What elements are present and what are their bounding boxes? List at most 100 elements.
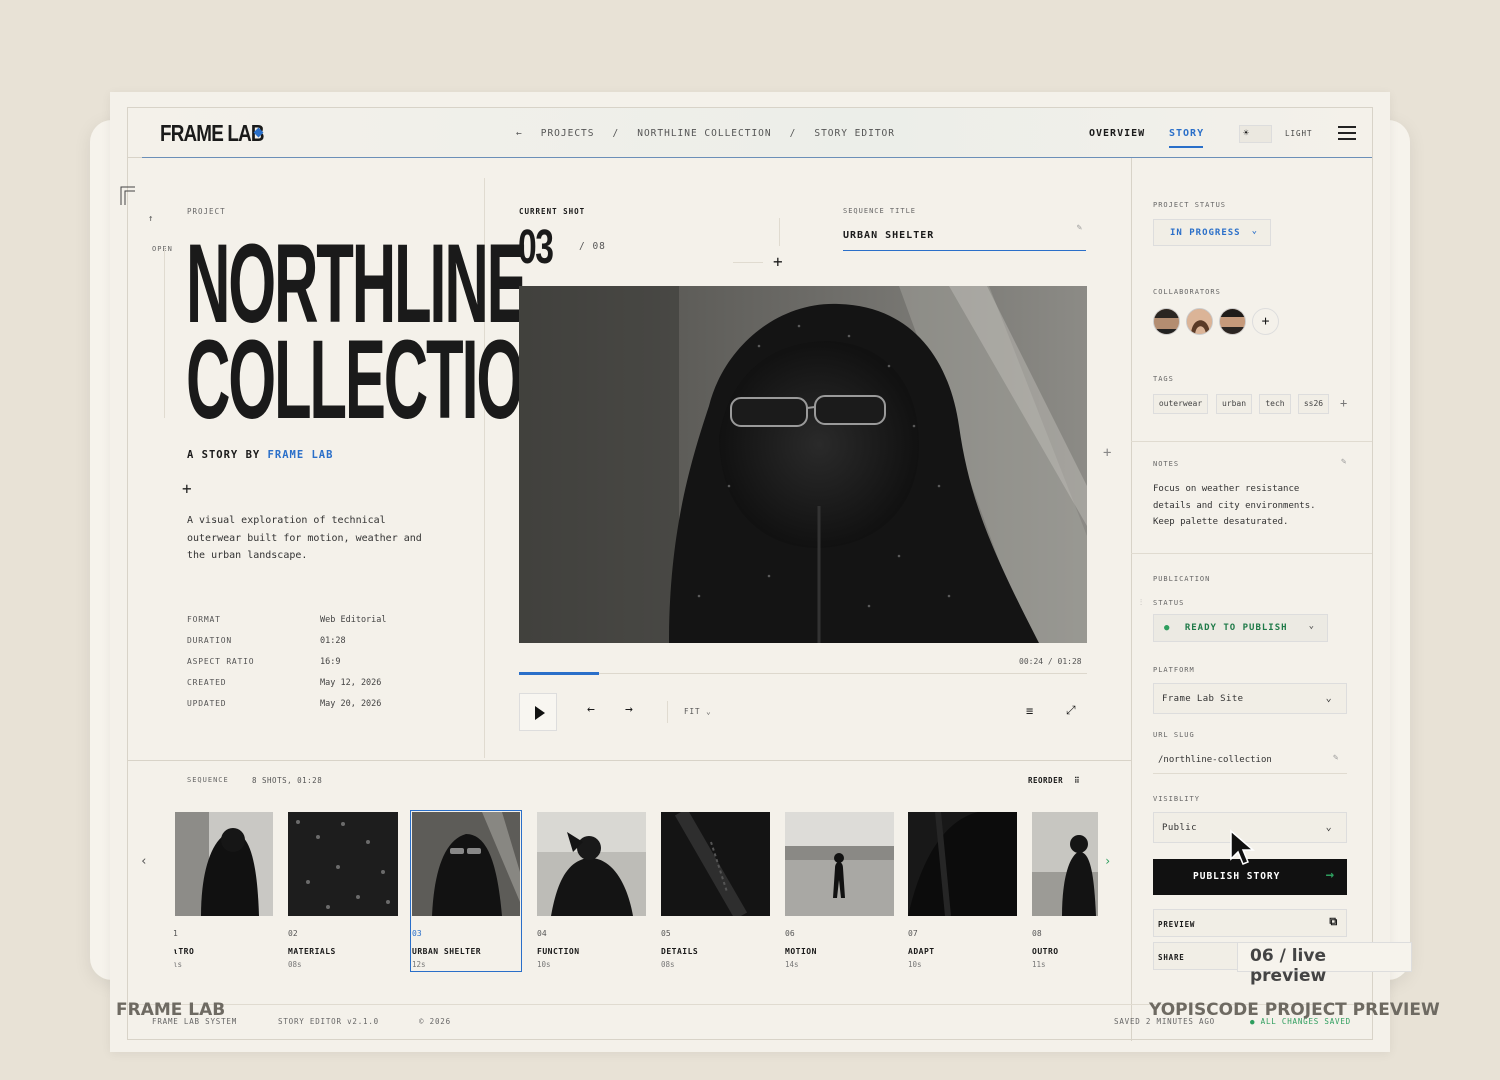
play-button[interactable] [519, 693, 557, 731]
shot-name: FUNCTION [537, 947, 580, 956]
shot-duration: 10s [537, 960, 551, 969]
tag-chip[interactable]: ss26 [1298, 394, 1329, 414]
divider [164, 248, 165, 418]
plus-icon[interactable]: + [773, 252, 783, 271]
shot-number: 08 [1032, 929, 1042, 938]
previous-shot-arrow-icon[interactable]: ← [587, 702, 595, 717]
publication-status-dropdown[interactable]: ● READY TO PUBLISH ⌄ [1153, 614, 1328, 642]
shot-number: 05 [661, 929, 671, 938]
breadcrumb-story-editor[interactable]: STORY EDITOR [814, 128, 895, 139]
tag-chip[interactable]: tech [1259, 394, 1291, 414]
shot-number: 02 [288, 929, 298, 938]
drag-handle-icon: ⫶ [1140, 598, 1142, 607]
shot-number: 1 [173, 929, 178, 938]
shot-number: 06 [785, 929, 795, 938]
adjust-sliders-icon[interactable]: ≡ [1026, 704, 1033, 718]
visibility-label: VISIBLITY [1153, 795, 1200, 803]
grid-dots-icon: ⠿ [1074, 776, 1081, 785]
plus-icon[interactable]: + [182, 479, 192, 498]
tag-chip[interactable]: outerwear [1153, 394, 1208, 414]
breadcrumb-projects[interactable]: PROJECTS [541, 128, 595, 139]
meta-label: FORMAT [187, 615, 221, 624]
mouse-cursor-icon [1230, 829, 1256, 865]
sun-icon: ☀ [1243, 128, 1250, 139]
preview-button[interactable]: PREVIEW ⧉ [1153, 909, 1347, 937]
edit-slug-pencil-icon[interactable]: ✎ [1333, 753, 1338, 763]
project-title: NORTHLINE COLLECTION [186, 228, 567, 436]
shot-duration: ιs [173, 960, 183, 969]
theme-label: LIGHT [1285, 129, 1313, 138]
project-description: A visual exploration of technical outerw… [187, 515, 422, 561]
platform-select[interactable]: Frame Lab Site ⌄ [1153, 683, 1347, 714]
preview-label: PREVIEW [1158, 920, 1196, 929]
theme-toggle[interactable]: ☀ [1239, 125, 1272, 143]
shot-thumbnail[interactable] [537, 812, 646, 916]
url-slug-label: URL SLUG [1153, 731, 1195, 739]
byline-prefix: A STORY BY [187, 449, 261, 461]
brand-logo[interactable]: FRAME LAB [160, 120, 265, 147]
reorder-label: REORDER [1028, 776, 1064, 785]
plus-icon[interactable]: + [1103, 445, 1111, 461]
shot-name: DETAILS [661, 947, 699, 956]
avatar[interactable] [1153, 308, 1180, 335]
avatar[interactable] [1186, 308, 1213, 335]
breadcrumb-collection[interactable]: NORTHLINE COLLECTION [637, 128, 771, 139]
next-shot-arrow-icon[interactable]: → [625, 702, 633, 717]
fit-dropdown[interactable]: FIT ⌄ [684, 707, 712, 716]
status-label: STATUS [1153, 599, 1185, 607]
current-shot-number: 03 [518, 221, 554, 274]
chevron-down-icon: ⌄ [1325, 822, 1332, 833]
add-tag-plus-icon[interactable]: + [1340, 396, 1347, 410]
back-arrow-icon[interactable]: ← [516, 128, 523, 139]
edit-notes-pencil-icon[interactable]: ✎ [1341, 457, 1346, 467]
project-status-dropdown[interactable]: IN PROGRESS ⌄ [1153, 219, 1271, 246]
meta-value: May 12, 2026 [320, 678, 382, 688]
current-shot-label: CURRENT SHOT [519, 207, 586, 216]
meta-label: CREATED [187, 678, 227, 687]
add-collaborator-button[interactable]: + [1252, 308, 1279, 335]
chevron-down-icon: ⌄ [1251, 226, 1258, 236]
shot-duration: 08s [288, 960, 302, 969]
tag-chip[interactable]: urban [1216, 394, 1252, 414]
hamburger-menu-icon[interactable] [1338, 126, 1356, 140]
plus-icon: + [1261, 314, 1270, 329]
chevron-down-icon: ⌄ [1308, 621, 1315, 631]
arrow-right-icon: → [1325, 867, 1335, 883]
shot-duration: 08s [661, 960, 675, 969]
publication-label: PUBLICATION [1153, 575, 1211, 583]
meta-value: 16:9 [320, 657, 341, 667]
notes-text[interactable]: Focus on weather resistance details and … [1153, 481, 1316, 531]
byline-name[interactable]: FRAME LAB [268, 449, 334, 461]
scroll-right-arrow-icon[interactable]: › [1104, 854, 1111, 868]
url-slug-input[interactable]: /northline-collection [1158, 755, 1272, 765]
platform-value: Frame Lab Site [1162, 694, 1244, 704]
sequence-title-field[interactable]: URBAN SHELTER ✎ [843, 223, 1086, 251]
notes-line: Focus on weather resistance [1153, 484, 1300, 494]
pencil-icon[interactable]: ✎ [1077, 223, 1082, 233]
project-status-value: IN PROGRESS [1170, 228, 1241, 238]
shot-thumbnail[interactable] [1032, 812, 1098, 916]
progress-track[interactable] [519, 673, 1087, 674]
breadcrumb-separator: / [789, 128, 797, 139]
meta-label: DURATION [187, 636, 232, 645]
shot-thumbnail[interactable] [175, 812, 273, 916]
shot-duration: 10s [908, 960, 922, 969]
shot-thumbnail[interactable] [288, 812, 398, 916]
external-link-icon: ⧉ [1329, 915, 1338, 928]
scroll-left-chevron-icon[interactable]: ‹ [140, 854, 148, 869]
fullscreen-icon[interactable]: ⤢ [1066, 703, 1076, 718]
shot-thumbnail-selected[interactable] [412, 812, 520, 916]
shot-thumbnail[interactable] [785, 812, 894, 916]
tab-story[interactable]: STORY [1169, 128, 1204, 139]
shot-name: MOTION [785, 947, 817, 956]
shot-thumbnail[interactable] [661, 812, 770, 916]
total-shots: / 08 [579, 241, 606, 252]
avatar[interactable] [1219, 308, 1246, 335]
tab-overview[interactable]: OVERVIEW [1089, 128, 1145, 139]
platform-label: PLATFORM [1153, 666, 1195, 674]
shot-name: OUTRO [1032, 947, 1059, 956]
meta-value: May 20, 2026 [320, 699, 382, 709]
shot-thumbnail[interactable] [908, 812, 1017, 916]
byline: A STORY BY FRAME LAB [187, 449, 333, 461]
reorder-button[interactable]: REORDER ⠿ [1028, 776, 1080, 785]
